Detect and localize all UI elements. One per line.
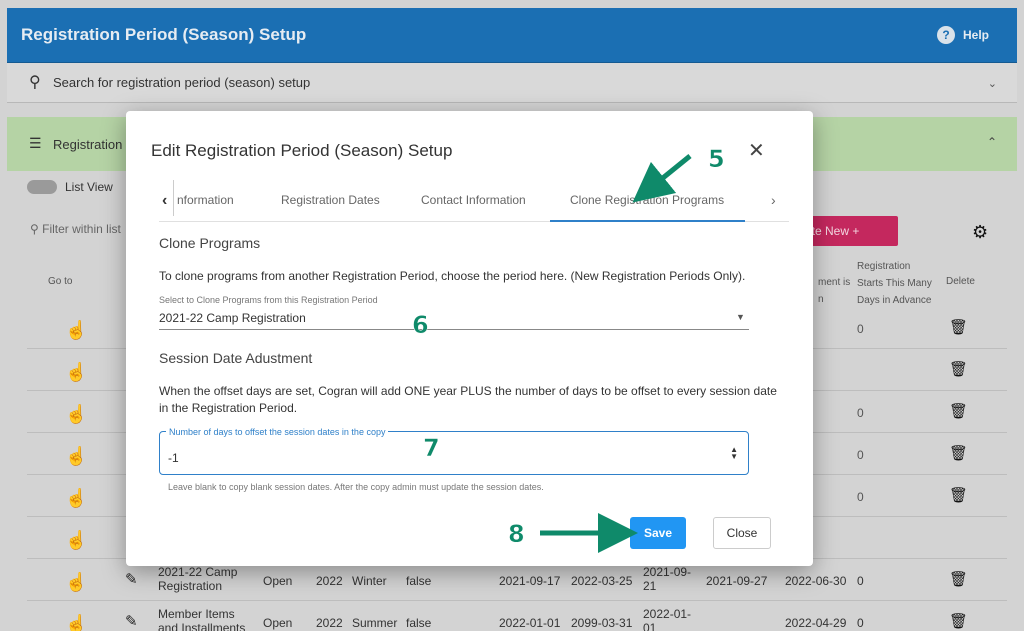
annotation-step-6: 6 [412, 311, 429, 340]
annotation-step-5: 5 [708, 145, 725, 174]
annotation-step-7: 7 [423, 434, 440, 463]
annotation-step-8: 8 [508, 520, 525, 549]
annotation-arrow-5 [632, 154, 692, 203]
